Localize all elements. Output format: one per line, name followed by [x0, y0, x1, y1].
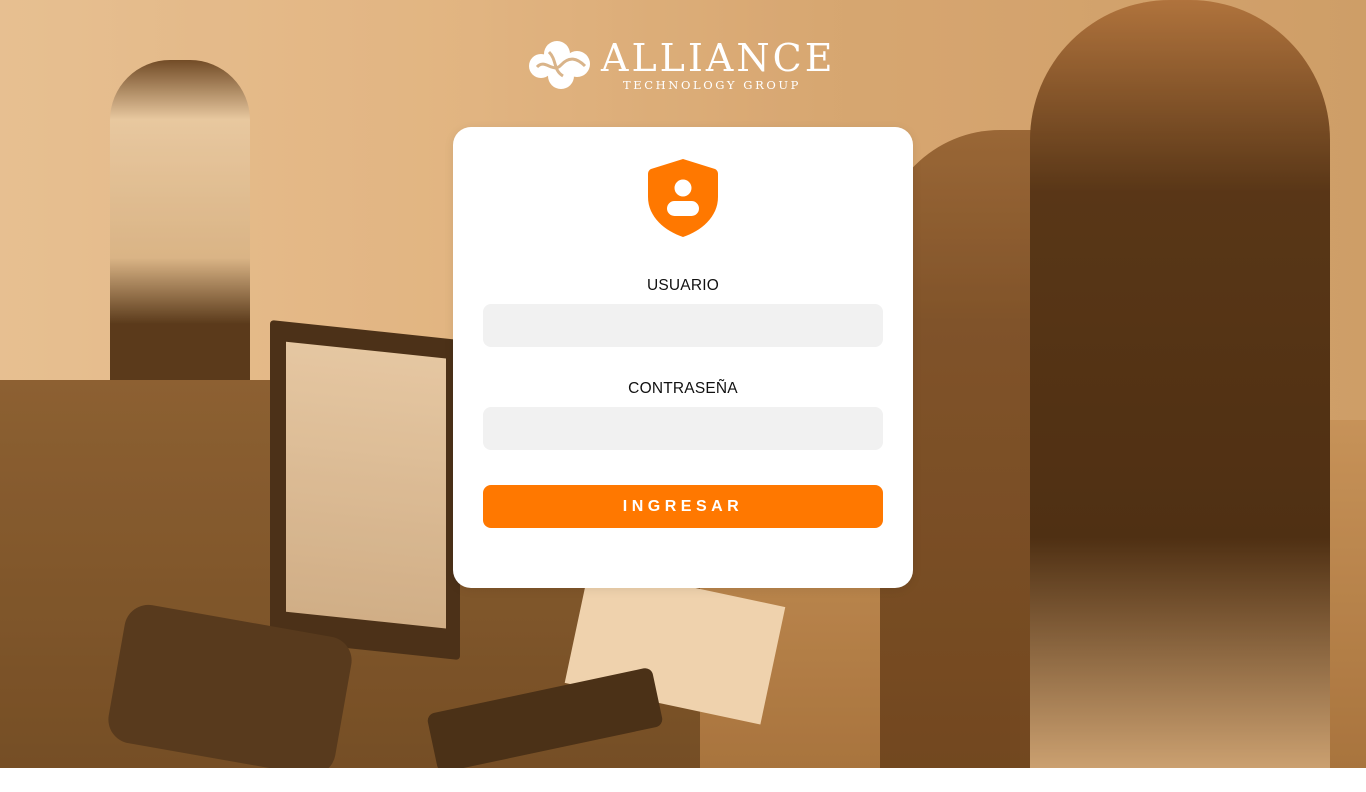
user-shield-icon — [648, 159, 718, 237]
cloud-swirl-logo-icon — [529, 41, 590, 89]
brand-name: ALLIANCE — [601, 36, 836, 80]
username-label: USUARIO — [646, 277, 720, 294]
login-submit-button[interactable]: INGRESAR — [483, 485, 883, 528]
password-label: CONTRASEÑA — [628, 380, 738, 397]
brand-logo: ALLIANCE TECHNOLOGY GROUP — [527, 38, 847, 94]
password-input[interactable] — [483, 407, 883, 450]
username-input[interactable] — [483, 304, 883, 347]
brand-tagline: TECHNOLOGY GROUP — [623, 78, 801, 92]
login-card: USUARIO CONTRASEÑA INGRESAR — [453, 127, 913, 588]
